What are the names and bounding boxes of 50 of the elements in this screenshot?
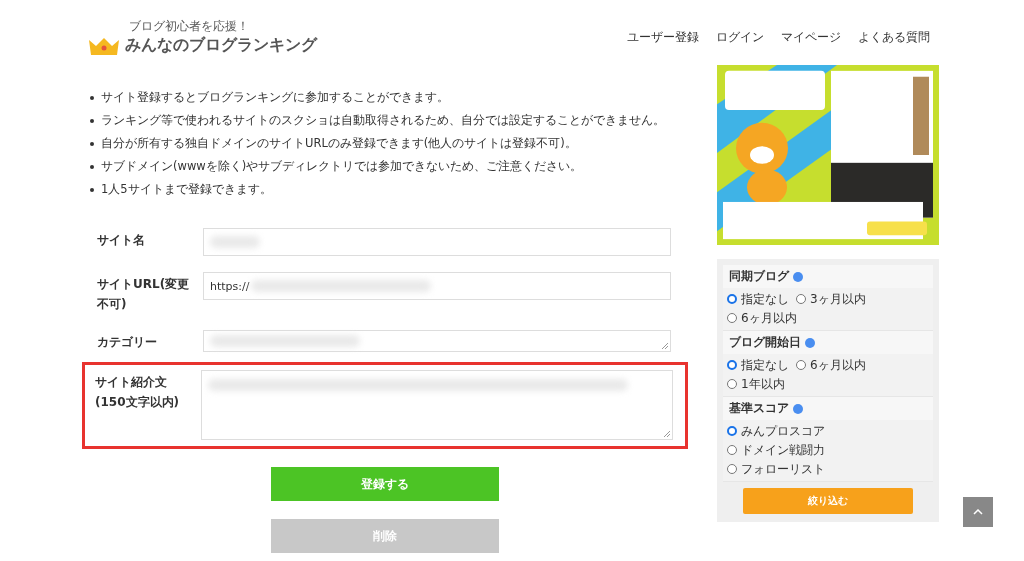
bullet-icon [90, 187, 94, 192]
field-label: サイト紹介文(150文字以内) [95, 374, 181, 411]
radio-button[interactable] [727, 294, 737, 304]
input-field[interactable]: https:// [203, 272, 671, 300]
note-text: サブドメイン(wwwを除く)やサブディレクトリでは参加できないため、ご注意ください。 [101, 158, 583, 175]
filter-title: 基準スコア [729, 401, 789, 416]
nav-link[interactable]: ログイン [716, 29, 764, 45]
radio-label[interactable]: 6ヶ月以内 [810, 358, 866, 372]
radio-label[interactable]: フォローリスト [741, 462, 825, 476]
radio-label[interactable]: 6ヶ月以内 [741, 311, 797, 325]
radio-label[interactable]: 指定なし [741, 292, 789, 306]
textarea-field[interactable] [201, 370, 673, 440]
radio-button[interactable] [727, 464, 737, 474]
radio-button[interactable] [727, 313, 737, 323]
bullet-icon [90, 141, 94, 146]
radio-button[interactable] [727, 426, 737, 436]
radio-button[interactable] [796, 360, 806, 370]
radio-button[interactable] [727, 445, 737, 455]
note-text: 1人5サイトまで登録できます。 [101, 181, 272, 198]
bullet-icon [90, 118, 94, 123]
filter-title: 同期ブログ [729, 269, 789, 284]
bullet-icon [90, 164, 94, 169]
note-text: サイト登録するとブログランキングに参加することができます。 [101, 89, 449, 106]
chevron-up-icon [973, 509, 983, 515]
scroll-top-button[interactable] [963, 497, 993, 527]
nav-link[interactable]: よくある質問 [858, 29, 930, 45]
note-text: ランキング等で使われるサイトのスクショは自動取得されるため、自分では設定することができません。 [101, 112, 665, 129]
field-label: カテゴリー [97, 334, 158, 351]
radio-label[interactable]: 1年以内 [741, 377, 785, 391]
nav-link[interactable]: マイページ [781, 29, 841, 45]
radio-button[interactable] [796, 294, 806, 304]
input-field[interactable] [203, 228, 671, 256]
field-label: サイトURL(変更不可) [97, 276, 191, 313]
resize-grip-icon [662, 343, 668, 349]
radio-button[interactable] [727, 379, 737, 389]
radio-label[interactable]: 指定なし [741, 358, 789, 372]
tagline: ブログ初心者を応援！ [129, 18, 250, 35]
radio-label[interactable]: ドメイン戦闘力 [741, 443, 825, 457]
crown-icon [87, 36, 121, 56]
radio-label[interactable]: みんプロスコア [741, 424, 825, 438]
radio-label[interactable]: 3ヶ月以内 [810, 292, 866, 306]
filter-title: ブログ開始日 [729, 335, 801, 350]
bullet-icon [90, 95, 94, 100]
radio-button[interactable] [727, 360, 737, 370]
nav-link[interactable]: ユーザー登録 [627, 29, 699, 45]
field-label: サイト名 [97, 232, 146, 249]
resize-grip-icon [664, 431, 670, 437]
site-logo-text[interactable]: みんなのブログランキング [125, 35, 317, 56]
select-field[interactable] [203, 330, 671, 352]
note-text: 自分が所有する独自ドメインのサイトURLのみ登録できます(他人のサイトは登録不可)。 [101, 135, 577, 152]
